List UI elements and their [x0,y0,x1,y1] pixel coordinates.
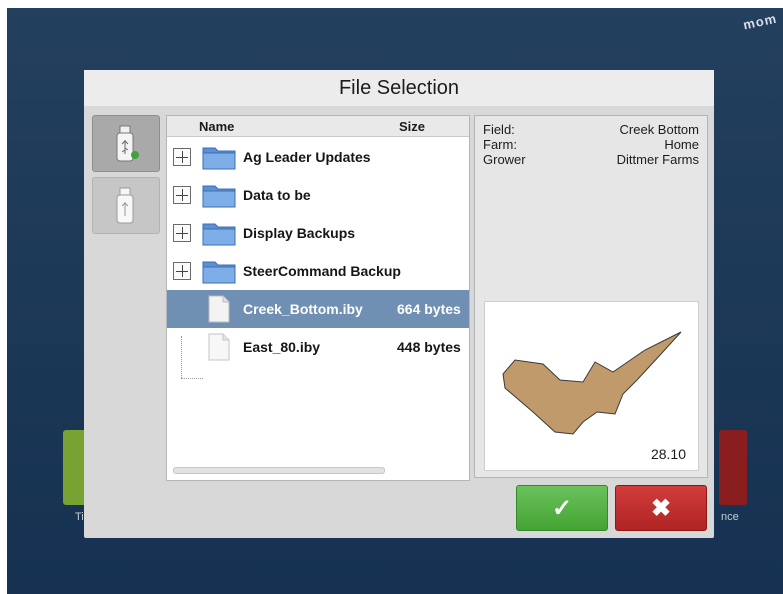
expand-icon[interactable] [173,262,191,280]
folder-icon [202,261,236,284]
file-name: Display Backups [243,225,356,241]
background-tile-label-left: Ti [75,511,84,523]
file-size: 448 bytes [397,339,461,355]
file-size: 664 bytes [397,301,461,317]
usb-device-button-1[interactable] [92,115,160,172]
file-name: SteerCommand Backup [243,263,401,279]
file-row[interactable]: East_80.iby 448 bytes [167,328,469,366]
folder-row[interactable]: Ag Leader Updates [167,138,469,176]
field-boundary-preview: 28.10 [484,301,699,471]
field-area-value: 28.10 [650,446,686,462]
column-header-size[interactable]: Size [399,119,425,134]
folder-icon [202,147,236,170]
file-name: East_80.iby [243,339,321,355]
horizontal-scrollbar[interactable] [173,467,385,474]
file-selection-dialog: File Selection Name Size Ag Leader Updat… [84,70,714,538]
usb-drive-icon [116,187,134,223]
close-icon: ✖ [650,494,672,522]
file-name: Creek_Bottom.iby [243,301,363,317]
tree-connector [181,378,203,379]
file-browser[interactable]: Name Size Ag Leader Updates Data to be D… [166,115,470,481]
folder-icon [202,223,236,246]
document-icon [208,295,230,323]
checkmark-icon: ✓ [551,494,573,522]
expand-icon[interactable] [173,224,191,242]
folder-row[interactable]: Display Backups [167,214,469,252]
field-value: Creek Bottom [619,122,699,137]
folder-row[interactable]: SteerCommand Backup [167,252,469,290]
expand-icon[interactable] [173,148,191,166]
cancel-button[interactable]: ✖ [615,485,707,531]
farm-value: Home [664,137,699,152]
background-app-tile-right [719,430,747,505]
farm-label: Farm: [483,137,517,152]
field-label: Field: [483,122,515,137]
background-tile-label-right: nce [721,511,739,523]
file-name: Data to be [243,187,311,203]
file-list-header: Name Size [167,116,469,137]
usb-device-button-2[interactable] [92,177,160,234]
file-row-selected[interactable]: Creek_Bottom.iby 664 bytes [167,290,469,328]
grower-label: Grower [483,152,526,167]
grower-value: Dittmer Farms [616,152,699,167]
usb-drive-icon [116,125,139,161]
file-name: Ag Leader Updates [243,149,371,165]
brand-logo: mom [741,10,779,33]
document-icon [208,333,230,361]
folder-icon [202,185,236,208]
dialog-title: File Selection [84,70,714,106]
folder-row[interactable]: Data to be [167,176,469,214]
confirm-button[interactable]: ✓ [516,485,608,531]
file-details-panel: Field: Creek Bottom Farm: Home Grower Di… [474,115,708,478]
column-header-name[interactable]: Name [199,119,234,134]
expand-icon[interactable] [173,186,191,204]
field-boundary-shape [502,331,682,435]
